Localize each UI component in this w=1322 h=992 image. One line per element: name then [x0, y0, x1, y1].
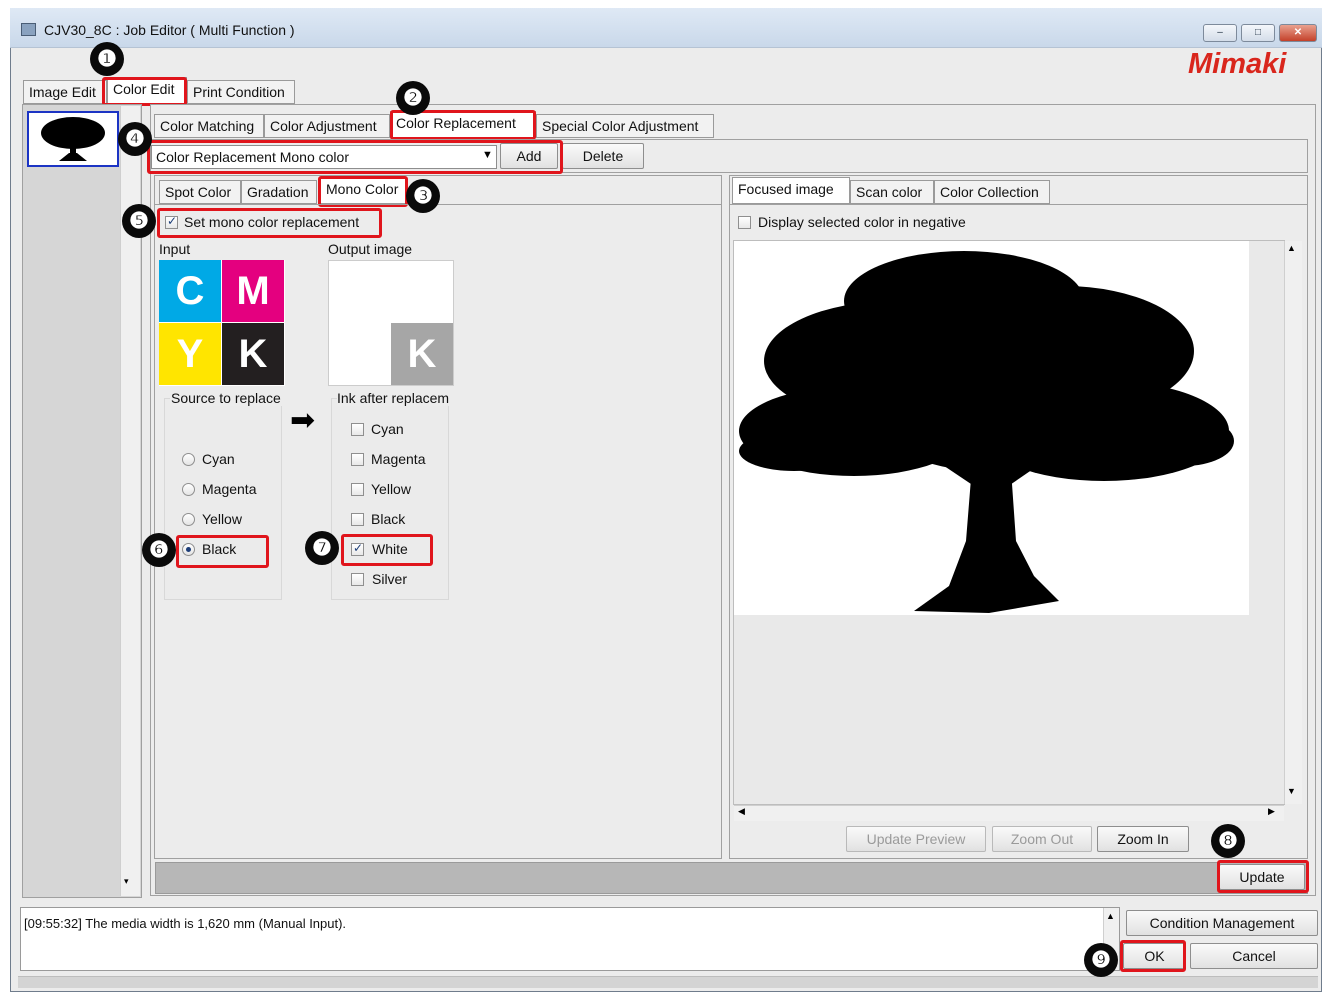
cmyk-k-cell: K — [222, 323, 284, 385]
scroll-down-arrow-icon[interactable]: ▼ — [1287, 786, 1296, 796]
cmyk-m-cell: M — [222, 260, 284, 322]
highlight-ink-white — [341, 534, 433, 566]
close-button[interactable]: ✕ — [1279, 24, 1317, 42]
output-k-cell: K — [391, 323, 453, 385]
window-title: CJV30_8C : Job Editor ( Multi Function ) — [44, 22, 295, 38]
tree-thumbnail-icon — [41, 117, 105, 161]
ink-yellow-label: Yellow — [371, 481, 411, 497]
input-label: Input — [159, 241, 191, 257]
callout-2-badge: ❷ — [396, 81, 430, 115]
highlight-mono-color — [318, 176, 408, 207]
callout-5-badge: ❺ — [122, 204, 156, 238]
source-to-replace-group — [164, 398, 282, 600]
highlight-source-black — [176, 535, 269, 568]
delete-button[interactable]: Delete — [562, 143, 644, 169]
ink-silver-label: Silver — [372, 571, 408, 587]
zoom-out-button[interactable]: Zoom Out — [992, 826, 1092, 852]
tab-scan-color[interactable]: Scan color — [850, 180, 934, 204]
tab-color-collection[interactable]: Color Collection — [934, 180, 1050, 204]
ink-silver-checkbox[interactable] — [351, 573, 364, 586]
ink-black-checkbox[interactable] — [351, 513, 364, 526]
output-image-preview: K — [328, 260, 454, 386]
condition-management-button[interactable]: Condition Management — [1126, 910, 1318, 936]
update-preview-button[interactable]: Update Preview — [846, 826, 986, 852]
source-magenta-label: Magenta — [202, 481, 257, 497]
ink-cyan-label: Cyan — [371, 421, 404, 437]
cmyk-y-cell: Y — [159, 323, 221, 385]
source-cyan-label: Cyan — [202, 451, 235, 467]
callout-4-badge: ❹ — [118, 122, 152, 156]
tab-color-matching[interactable]: Color Matching — [154, 114, 264, 138]
ink-magenta-checkbox[interactable] — [351, 453, 364, 466]
ink-cyan-checkbox[interactable] — [351, 423, 364, 436]
tab-gradation[interactable]: Gradation — [241, 180, 317, 204]
highlight-set-mono — [157, 208, 382, 238]
update-bar — [155, 862, 1308, 894]
radio-source-yellow[interactable] — [182, 513, 195, 526]
ink-black-label: Black — [371, 511, 406, 527]
source-yellow-label: Yellow — [202, 511, 242, 527]
tab-image-edit[interactable]: Image Edit — [23, 80, 107, 104]
negative-checkbox[interactable] — [738, 216, 751, 229]
scroll-left-icon[interactable]: ◀ — [738, 806, 745, 817]
log-message: [09:55:32] The media width is 1,620 mm (… — [24, 916, 347, 931]
arrow-right-icon: ➡ — [290, 404, 316, 437]
scroll-down-icon[interactable]: ▾ — [124, 876, 129, 887]
callout-9-badge: ❾ — [1084, 943, 1118, 977]
radio-source-magenta[interactable] — [182, 483, 195, 496]
cancel-button[interactable]: Cancel — [1190, 943, 1318, 969]
status-bar — [18, 976, 1318, 988]
negative-label: Display selected color in negative — [758, 214, 966, 230]
maximize-button[interactable]: □ — [1241, 24, 1275, 42]
source-to-replace-title: Source to replace — [170, 390, 282, 406]
focused-image — [734, 241, 1249, 615]
tab-color-adjustment[interactable]: Color Adjustment — [264, 114, 390, 138]
highlight-update — [1217, 860, 1309, 893]
output-image-label: Output image — [328, 241, 413, 257]
ink-yellow-checkbox[interactable] — [351, 483, 364, 496]
cmyk-c-cell: C — [159, 260, 221, 322]
mimaki-logo: Mimaki — [1188, 48, 1287, 80]
input-cmyk-grid: C M Y K — [159, 260, 285, 386]
minimize-button[interactable]: – — [1203, 24, 1237, 42]
callout-6-badge: ❻ — [142, 533, 176, 567]
callout-3-badge: ❸ — [406, 179, 440, 213]
tab-print-condition[interactable]: Print Condition — [187, 80, 295, 104]
tree-image-icon — [739, 251, 1234, 613]
highlight-color-edit — [102, 77, 187, 106]
image-thumbnail[interactable] — [27, 111, 119, 167]
zoom-in-button[interactable]: Zoom In — [1097, 826, 1189, 852]
ink-after-replacement-title: Ink after replacem — [337, 390, 453, 406]
tab-special-color-adjustment[interactable]: Special Color Adjustment — [536, 114, 714, 138]
scroll-right-icon[interactable]: ▶ — [1268, 806, 1275, 817]
ink-magenta-label: Magenta — [371, 451, 426, 467]
preview-vertical-scrollbar[interactable] — [1284, 241, 1302, 804]
tab-spot-color[interactable]: Spot Color — [159, 180, 241, 204]
preview-horizontal-scrollbar[interactable] — [734, 805, 1284, 821]
tab-focused-image[interactable]: Focused image — [732, 177, 850, 204]
callout-1-badge: ❶ — [90, 42, 124, 76]
scroll-up-icon[interactable]: ▲ — [1287, 243, 1296, 253]
log-scroll-up-icon[interactable]: ▲ — [1106, 911, 1115, 921]
app-icon — [21, 23, 36, 36]
highlight-ok — [1120, 940, 1186, 972]
radio-source-cyan[interactable] — [182, 453, 195, 466]
highlight-selector-add — [147, 140, 563, 174]
callout-8-badge: ❽ — [1211, 824, 1245, 858]
callout-7-badge: ❼ — [305, 531, 339, 565]
